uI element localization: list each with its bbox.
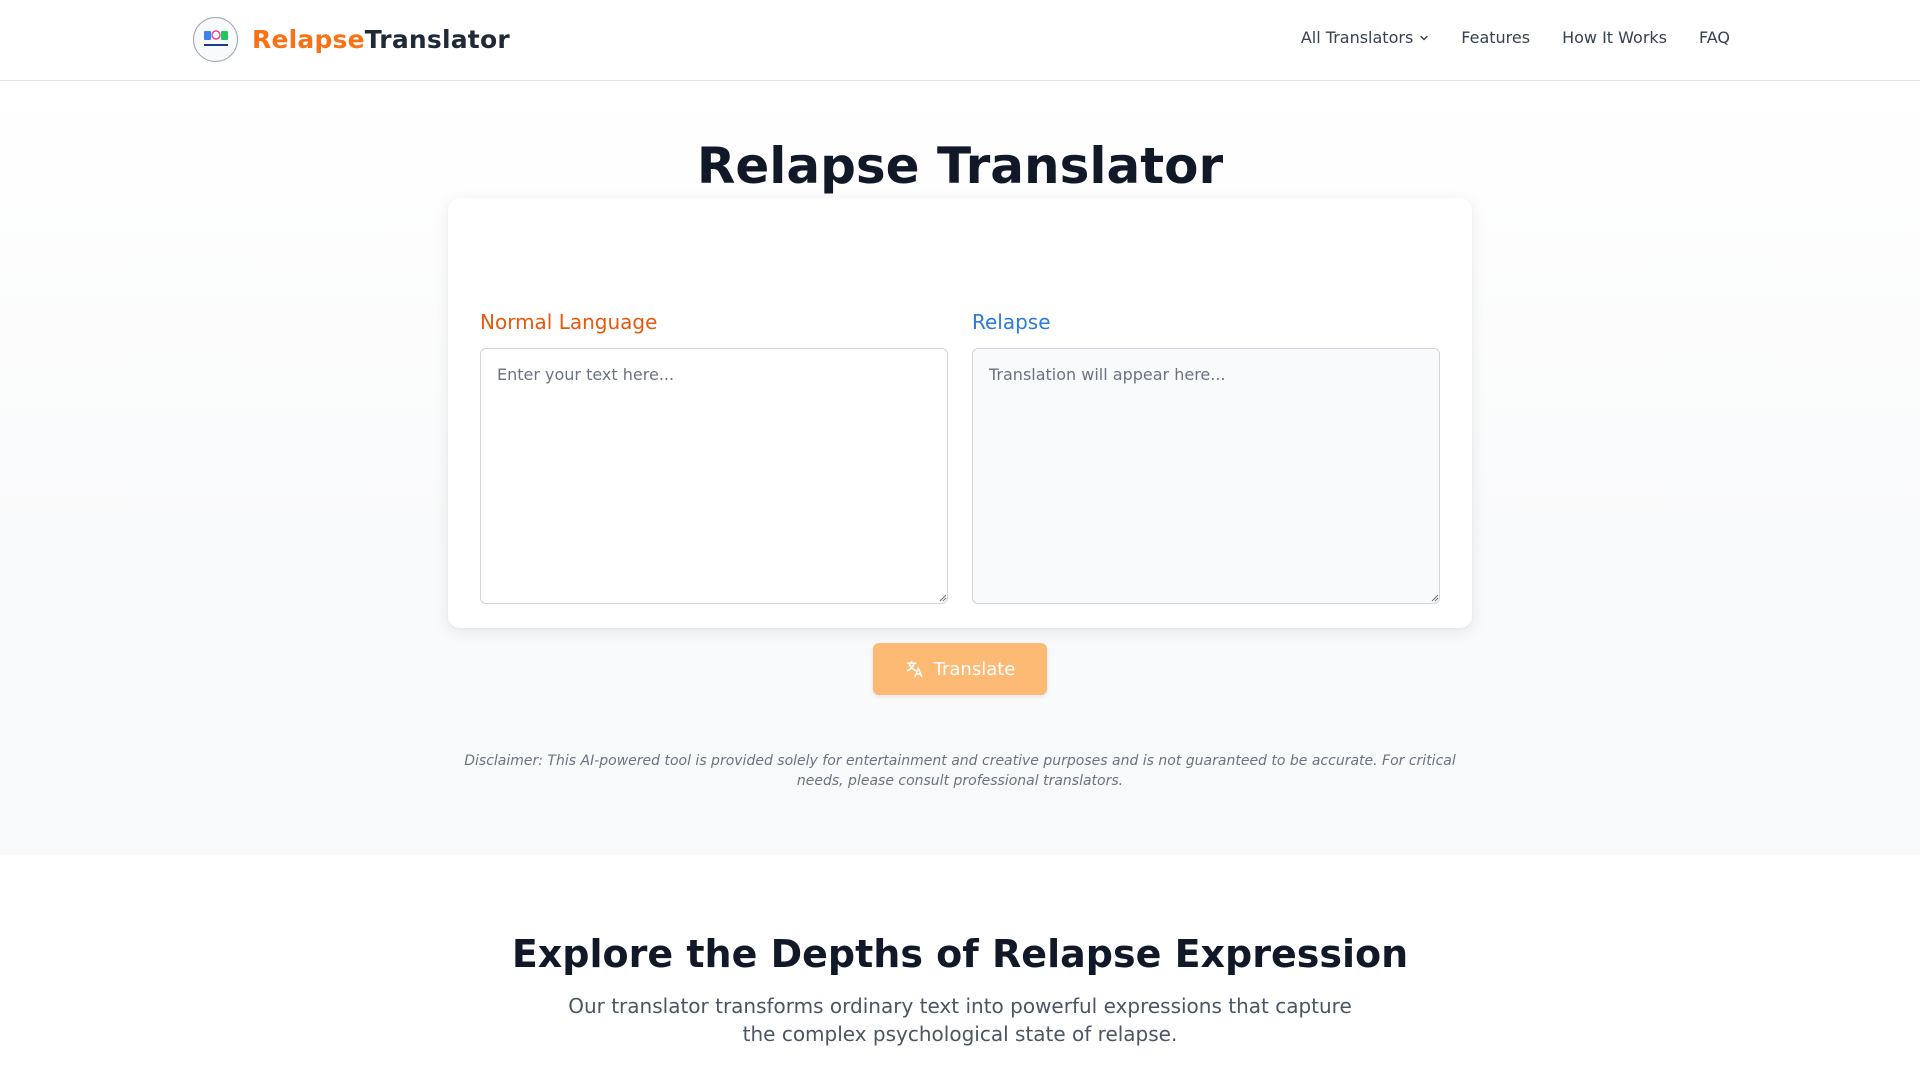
source-language-label: Normal Language xyxy=(480,310,658,334)
translate-icon xyxy=(906,660,923,678)
resize-handle-icon[interactable] xyxy=(1430,593,1439,602)
translate-button-label: Translate xyxy=(933,658,1016,680)
nav-all-translators-label: All Translators xyxy=(1300,28,1414,47)
nav-faq[interactable]: FAQ xyxy=(1699,28,1730,47)
brand-name-rest: Translator xyxy=(364,25,510,54)
explore-description: Our translator transforms ordinary text … xyxy=(568,994,1352,1046)
nav-how-it-works[interactable]: How It Works xyxy=(1562,28,1667,47)
brand-logo-link[interactable]: RelapseTranslator xyxy=(193,17,510,62)
translation-output[interactable] xyxy=(972,348,1440,604)
explore-heading: Explore the Depths of Relapse Expression xyxy=(511,932,1409,976)
resize-handle-icon[interactable] xyxy=(938,593,947,602)
nav-features[interactable]: Features xyxy=(1461,28,1530,47)
brand-name: RelapseTranslator xyxy=(252,25,510,54)
source-text-input[interactable] xyxy=(480,348,948,604)
chevron-down-icon xyxy=(1420,35,1429,40)
brand-name-accent: Relapse xyxy=(252,25,365,54)
nav-all-translators[interactable]: All Translators xyxy=(1301,28,1429,47)
page-title: Relapse Translator xyxy=(696,137,1224,195)
main-nav: All Translators Features How It Works FA… xyxy=(1301,28,1730,47)
translator-logo-icon xyxy=(193,17,238,62)
site-header: RelapseTranslator All Translators Featur… xyxy=(0,0,1920,81)
translate-button[interactable]: Translate xyxy=(873,643,1047,695)
target-language-label: Relapse xyxy=(972,310,1051,334)
disclaimer-text: Disclaimer: This AI-powered tool is prov… xyxy=(464,753,1456,789)
